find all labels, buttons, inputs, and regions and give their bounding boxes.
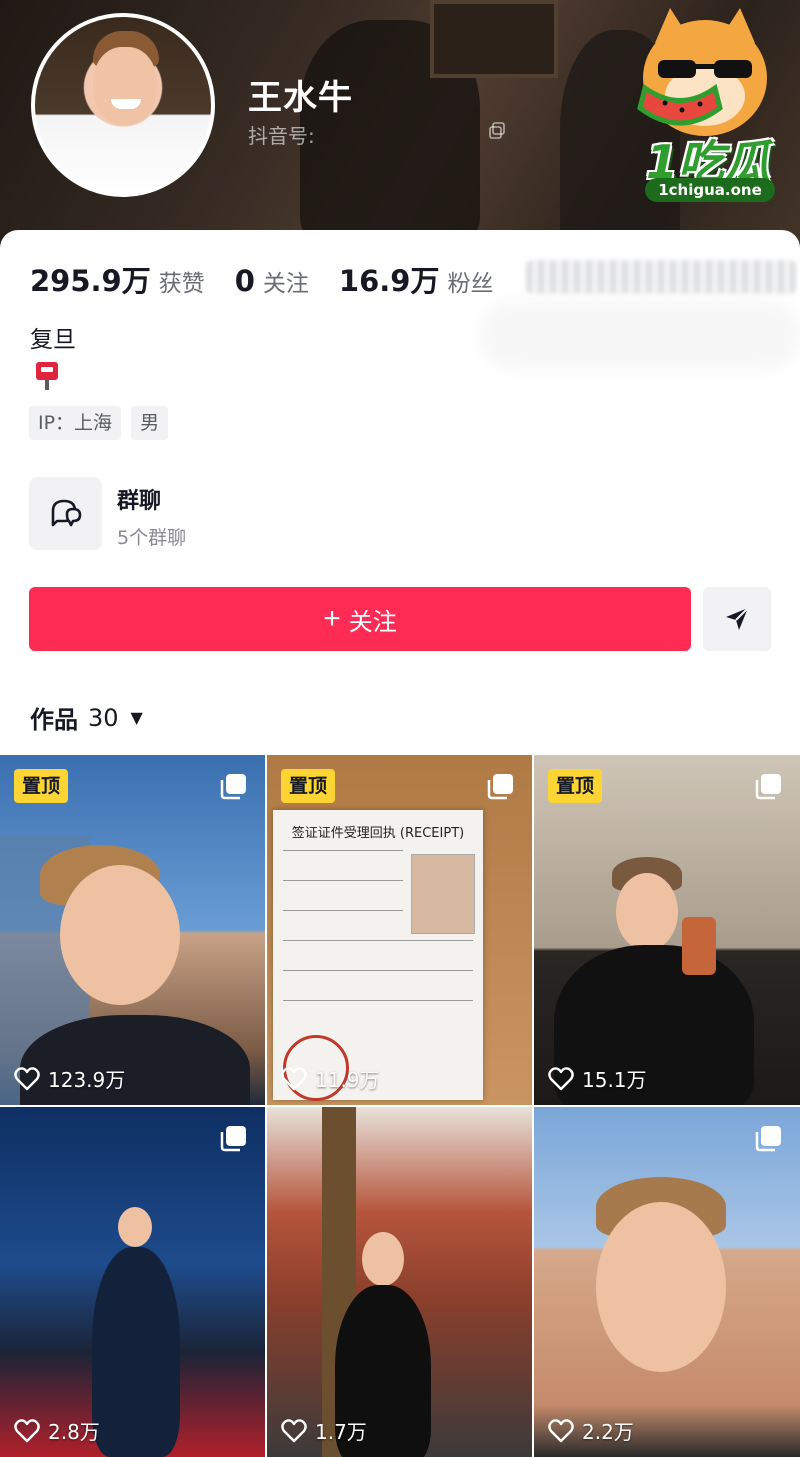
username: 王水牛 (248, 78, 353, 118)
multi-image-icon (755, 774, 781, 800)
like-count: 2.8万 (14, 1416, 100, 1445)
video-thumbnail[interactable]: 置顶 15.1万 (534, 755, 800, 1105)
heart-icon (548, 1066, 574, 1090)
share-icon (726, 607, 749, 630)
tag-gender: 男 (131, 406, 169, 440)
stat-value: 16.9万 (338, 264, 440, 298)
video-thumbnail[interactable]: 置顶 123.9万 (0, 755, 265, 1105)
like-count-value: 1.7万 (315, 1420, 367, 1444)
heart-icon (548, 1418, 574, 1442)
profile-stats: 295.9万 获赞 0 关注 16.9万 粉丝 (30, 258, 523, 298)
video-thumbnail[interactable]: 2.2万 (534, 1107, 800, 1457)
pinned-badge: 置顶 (281, 769, 336, 803)
group-chat-title: 群聊 (117, 489, 162, 514)
watermark-url: 1chigua.one (645, 178, 775, 202)
like-count-value: 11.9万 (315, 1068, 380, 1092)
like-count-value: 123.9万 (48, 1068, 126, 1092)
heart-icon (281, 1066, 307, 1090)
video-thumbnail[interactable]: 1.7万 (267, 1107, 532, 1457)
caret-down-icon[interactable]: ▼ (131, 708, 143, 727)
multi-image-icon (220, 774, 246, 800)
pinned-badge: 置顶 (14, 769, 69, 803)
blurred-region (480, 300, 800, 370)
group-chat-count: 5个群聊 (117, 527, 187, 549)
document-image: 签证证件受理回执 (RECEIPT) (273, 810, 483, 1101)
like-count: 2.2万 (548, 1416, 634, 1445)
like-count: 123.9万 (14, 1064, 125, 1093)
blurred-region (526, 260, 796, 294)
douyin-id-label: 抖音号: (248, 124, 315, 148)
stat-following[interactable]: 0 关注 (235, 264, 309, 298)
stat-label: 关注 (262, 271, 309, 297)
stat-value: 0 (234, 264, 255, 298)
like-count: 1.7万 (281, 1416, 367, 1445)
heart-icon (14, 1418, 40, 1442)
tab-works-count: 30 (88, 703, 119, 732)
plus-icon: + (323, 602, 341, 635)
video-thumbnail[interactable]: 2.8万 (0, 1107, 265, 1457)
multi-image-icon (220, 1126, 246, 1152)
group-chat-icon (51, 499, 81, 526)
like-count: 15.1万 (548, 1064, 647, 1093)
pinned-badge: 置顶 (548, 769, 603, 803)
video-thumbnail[interactable]: 签证证件受理回执 (RECEIPT) 置顶 11.9万 (267, 755, 532, 1105)
bio-text: 复旦 (30, 327, 76, 353)
share-button[interactable] (703, 587, 771, 651)
multi-image-icon (487, 774, 513, 800)
follow-button[interactable]: + 关注 (29, 587, 691, 651)
tag-ip-location: IP：上海 (29, 406, 122, 440)
group-chat-icon-box (29, 477, 102, 550)
heart-icon (14, 1066, 40, 1090)
avatar[interactable] (31, 13, 215, 197)
stat-label: 粉丝 (447, 271, 494, 297)
document-title: 签证证件受理回执 (RECEIPT) (291, 826, 465, 841)
stat-followers[interactable]: 16.9万 粉丝 (339, 258, 494, 300)
follow-button-label: 关注 (348, 608, 397, 636)
tab-works[interactable]: 作品 30 ▼ (30, 700, 143, 735)
multi-image-icon (755, 1126, 781, 1152)
tab-works-label: 作品 (30, 706, 78, 734)
heart-icon (281, 1418, 307, 1442)
stat-value: 295.9万 (30, 264, 151, 298)
copy-icon[interactable] (488, 122, 506, 140)
profile-tags: IP：上海 男 (29, 406, 178, 440)
mailbox-icon (36, 362, 58, 390)
video-grid: 置顶 123.9万 签证证件受理回执 (RECEIPT) 置顶 11.9万 置顶… (0, 755, 800, 1457)
like-count-value: 2.8万 (48, 1420, 100, 1444)
stat-label: 获赞 (158, 271, 205, 297)
like-count-value: 2.2万 (582, 1420, 634, 1444)
like-count-value: 15.1万 (582, 1068, 647, 1092)
group-chat-entry[interactable]: 群聊 5个群聊 (29, 477, 549, 551)
like-count: 11.9万 (281, 1064, 380, 1093)
stat-likes[interactable]: 295.9万 获赞 (30, 258, 205, 300)
